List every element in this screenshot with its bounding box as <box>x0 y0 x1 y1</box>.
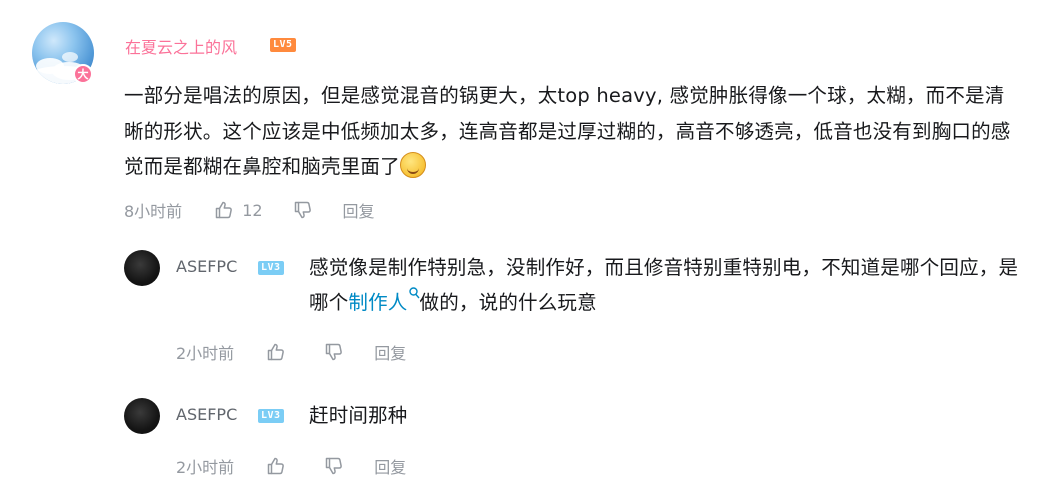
reply-username[interactable]: ASEFPC <box>176 257 237 276</box>
thumbs-up-icon <box>215 201 233 219</box>
dislike-button[interactable] <box>324 342 344 362</box>
laughing-face-emoji-icon <box>399 152 426 178</box>
reply-avatar[interactable] <box>124 398 160 434</box>
reply-time: 2小时前 <box>176 344 235 363</box>
thumbs-up-icon <box>267 457 285 475</box>
level-badge: LV3 <box>258 261 284 275</box>
reply-time: 2小时前 <box>176 458 235 477</box>
comment-text: 一部分是唱法的原因，但是感觉混音的锅更大，太top heavy, 感觉肿胀得像一… <box>124 84 1011 178</box>
like-count: 12 <box>242 200 263 220</box>
level-badge: LV3 <box>258 409 284 423</box>
thumbs-down-icon <box>294 201 311 219</box>
comment-thread: 大 在夏云之上的风 LV5 一部分是唱法的原因，但是感觉混音的锅更大，太top … <box>0 0 1041 491</box>
reply-text: 感觉像是制作特别急，没制作好，而且修音特别重特别电，不知道是哪个回应，是哪个制作… <box>309 256 1019 314</box>
like-button[interactable] <box>266 342 294 362</box>
dislike-button[interactable] <box>293 200 313 220</box>
reply-actions: 2小时前 回复 <box>176 454 406 478</box>
like-button[interactable]: 12 <box>214 200 263 220</box>
thumbs-down-icon <box>325 457 343 475</box>
reply-button[interactable]: 回复 <box>343 198 375 222</box>
reply-text: 赶时间那种 <box>309 404 408 427</box>
reply-avatar[interactable] <box>124 250 160 286</box>
search-icon[interactable] <box>408 287 420 299</box>
comment-time: 8小时前 <box>124 202 183 221</box>
reply-actions: 2小时前 回复 <box>176 340 406 364</box>
thumbs-down-icon <box>325 343 343 361</box>
reply-username[interactable]: ASEFPC <box>176 405 237 424</box>
comment-username[interactable]: 在夏云之上的风 <box>125 34 237 58</box>
thumbs-up-icon <box>267 343 285 361</box>
search-link[interactable]: 制作人 <box>348 291 407 314</box>
dislike-button[interactable] <box>324 456 344 476</box>
level-badge: LV5 <box>270 38 296 52</box>
vip-badge-icon: 大 <box>73 64 93 84</box>
reply-button[interactable]: 回复 <box>374 454 406 478</box>
comment-actions: 8小时前 12 回复 <box>124 198 375 222</box>
reply-button[interactable]: 回复 <box>374 340 406 364</box>
like-button[interactable] <box>266 456 294 476</box>
